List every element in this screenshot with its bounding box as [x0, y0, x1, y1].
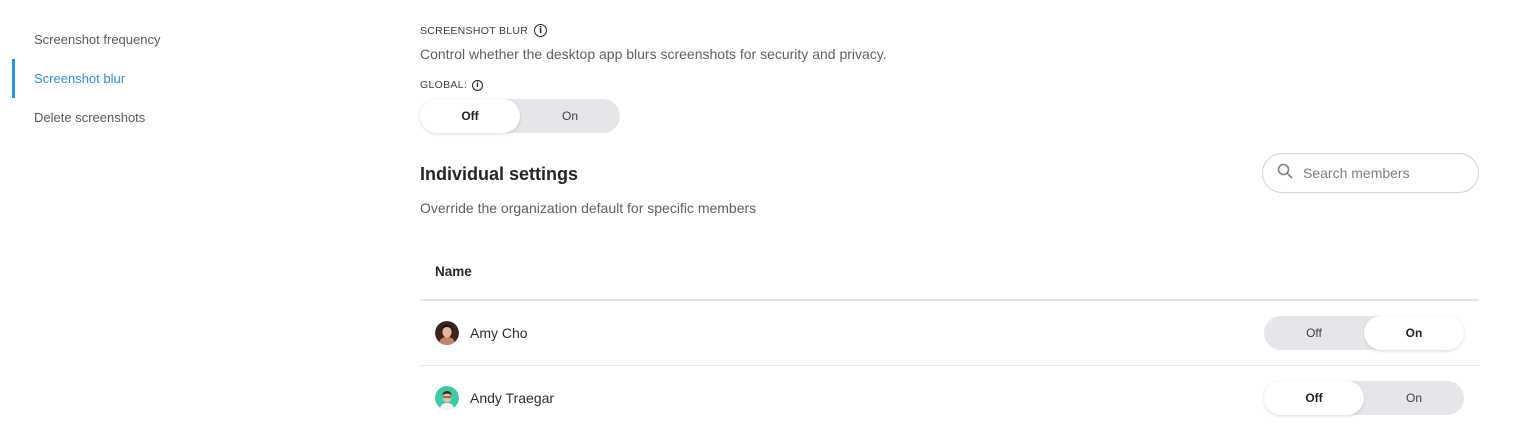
individual-settings-description: Override the organization default for sp…	[420, 200, 757, 216]
info-icon[interactable]: i	[472, 79, 484, 91]
section-header: SCREENSHOT BLUR i	[420, 24, 548, 37]
global-label: GLOBAL:	[420, 79, 468, 91]
member-toggle-on[interactable]: On	[1364, 316, 1464, 350]
section-description: Control whether the desktop app blurs sc…	[420, 46, 887, 62]
column-header-name[interactable]: Name	[435, 264, 472, 279]
member-name: Amy Cho	[470, 325, 528, 341]
avatar	[435, 386, 459, 410]
member-name: Andy Traegar	[470, 390, 555, 406]
main-content: SCREENSHOT BLUR i Control whether the de…	[420, 0, 1480, 428]
member-toggle-off[interactable]: Off	[1264, 381, 1364, 415]
info-icon[interactable]: i	[534, 24, 548, 37]
global-blur-toggle: Off On	[420, 99, 620, 133]
member-blur-toggle: Off On	[1264, 381, 1464, 415]
table-header: Name	[420, 244, 1479, 301]
sidebar-item-screenshot-frequency[interactable]: Screenshot frequency	[0, 20, 300, 59]
search-members	[1262, 153, 1479, 193]
global-toggle-off[interactable]: Off	[420, 99, 520, 133]
global-toggle-on[interactable]: On	[520, 99, 620, 133]
avatar	[435, 321, 459, 345]
member-toggle-on[interactable]: On	[1364, 381, 1464, 415]
member-toggle-off[interactable]: Off	[1264, 316, 1364, 350]
individual-settings-title: Individual settings	[420, 164, 579, 184]
sidebar-item-delete-screenshots[interactable]: Delete screenshots	[0, 98, 300, 137]
members-table: Name Amy Cho Off On Andy Traegar Off On	[420, 244, 1479, 428]
sidebar-item-screenshot-blur[interactable]: Screenshot blur	[0, 59, 300, 98]
section-title: SCREENSHOT BLUR	[420, 24, 529, 37]
search-icon	[1277, 163, 1293, 184]
table-row: Andy Traegar Off On	[420, 366, 1479, 428]
settings-sidebar: Screenshot frequency Screenshot blur Del…	[0, 20, 300, 137]
table-row: Amy Cho Off On	[420, 301, 1479, 366]
app-root: Screenshot frequency Screenshot blur Del…	[0, 0, 1528, 428]
member-blur-toggle: Off On	[1264, 316, 1464, 350]
global-label-row: GLOBAL: i	[420, 79, 484, 91]
search-input[interactable]	[1303, 165, 1463, 181]
